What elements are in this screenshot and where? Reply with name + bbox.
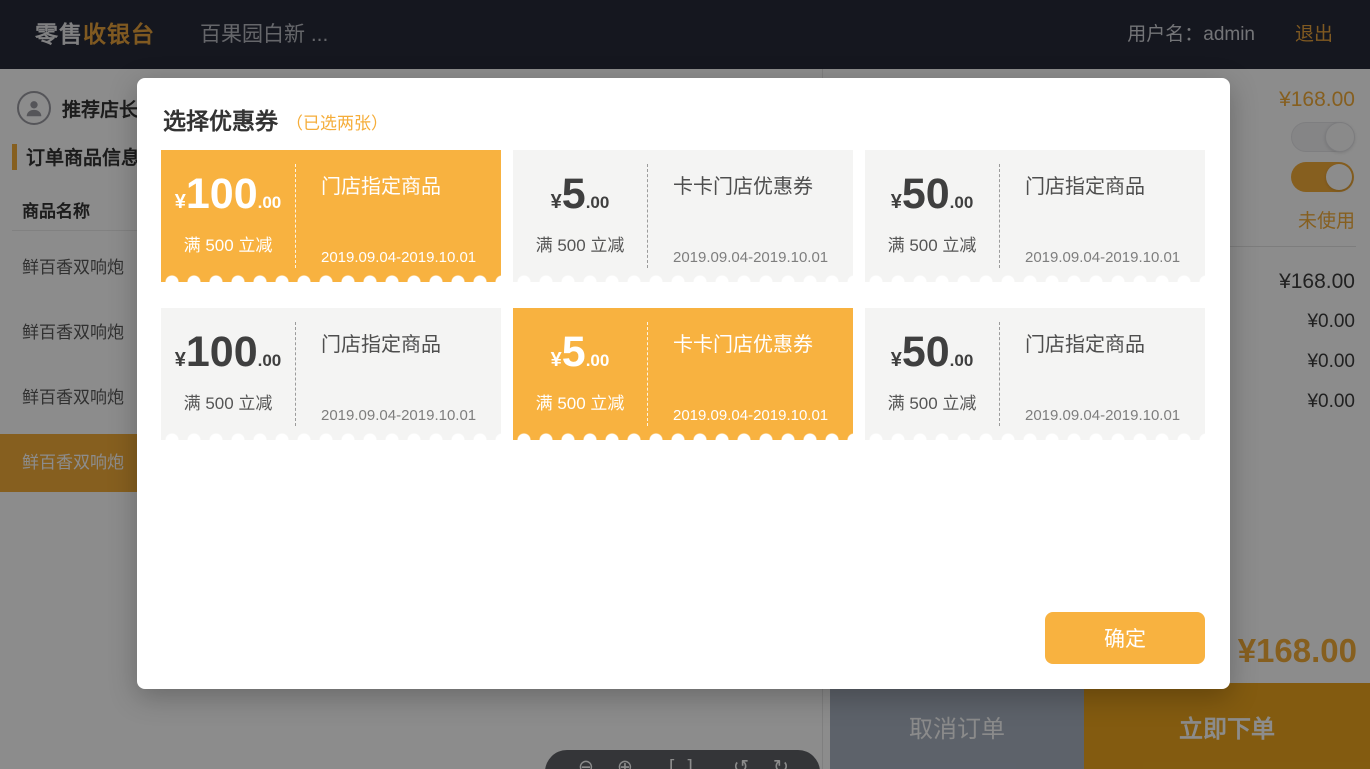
coupon-card[interactable]: ¥5.00 满 500 立减 卡卡门店优惠券 2019.09.04-2019.1… [513,308,853,440]
coupon-info-block: 门店指定商品 2019.09.04-2019.10.01 [295,150,501,282]
coupon-amount: ¥5.00 [551,331,610,374]
coupon-value-block: ¥100.00 满 500 立减 [161,150,295,282]
coupon-amount-integer: 50 [902,173,950,216]
coupon-amount-integer: 5 [562,173,586,216]
currency-symbol: ¥ [175,191,186,214]
coupon-validity-period: 2019.09.04-2019.10.01 [673,249,847,266]
coupon-card[interactable]: ¥50.00 满 500 立减 门店指定商品 2019.09.04-2019.1… [865,150,1205,282]
currency-symbol: ¥ [551,349,562,372]
coupon-dashed-divider [999,322,1000,426]
currency-symbol: ¥ [891,349,902,372]
coupon-validity-period: 2019.09.04-2019.10.01 [321,249,495,266]
coupon-condition: 满 500 立减 [888,389,977,414]
coupon-name: 卡卡门店优惠券 [673,170,847,199]
modal-title: 选择优惠券 [163,102,278,136]
coupon-card[interactable]: ¥5.00 满 500 立减 卡卡门店优惠券 2019.09.04-2019.1… [513,150,853,282]
coupon-amount-integer: 5 [562,331,586,374]
coupon-card[interactable]: ¥50.00 满 500 立减 门店指定商品 2019.09.04-2019.1… [865,308,1205,440]
coupon-info-block: 门店指定商品 2019.09.04-2019.10.01 [999,150,1205,282]
coupon-amount: ¥50.00 [891,331,974,374]
coupon-amount-cents: .00 [950,351,974,371]
coupon-name: 门店指定商品 [321,328,495,357]
coupon-dashed-divider [999,164,1000,268]
coupon-value-block: ¥50.00 满 500 立减 [865,308,999,440]
coupon-grid: ¥100.00 满 500 立减 门店指定商品 2019.09.04-2019.… [161,150,1206,440]
coupon-amount-cents: .00 [950,193,974,213]
coupon-amount: ¥100.00 [175,331,282,374]
modal-title-row: 选择优惠券 （已选两张） [163,102,388,136]
coupon-card[interactable]: ¥100.00 满 500 立减 门店指定商品 2019.09.04-2019.… [161,150,501,282]
coupon-dashed-divider [647,322,648,426]
coupon-amount-integer: 50 [902,331,950,374]
coupon-amount: ¥100.00 [175,173,282,216]
coupon-name: 卡卡门店优惠券 [673,328,847,357]
coupon-info-block: 门店指定商品 2019.09.04-2019.10.01 [999,308,1205,440]
coupon-value-block: ¥50.00 满 500 立减 [865,150,999,282]
coupon-amount-cents: .00 [258,193,282,213]
coupon-name: 门店指定商品 [1025,170,1199,199]
coupon-amount-cents: .00 [586,351,610,371]
coupon-amount-integer: 100 [186,331,258,374]
coupon-amount-cents: .00 [258,351,282,371]
coupon-info-block: 卡卡门店优惠券 2019.09.04-2019.10.01 [647,308,853,440]
coupon-card[interactable]: ¥100.00 满 500 立减 门店指定商品 2019.09.04-2019.… [161,308,501,440]
coupon-validity-period: 2019.09.04-2019.10.01 [1025,407,1199,424]
coupon-name: 门店指定商品 [321,170,495,199]
coupon-validity-period: 2019.09.04-2019.10.01 [673,407,847,424]
coupon-condition: 满 500 立减 [184,231,273,256]
confirm-button[interactable]: 确定 [1045,612,1205,664]
coupon-info-block: 卡卡门店优惠券 2019.09.04-2019.10.01 [647,150,853,282]
coupon-dashed-divider [295,164,296,268]
coupon-amount: ¥5.00 [551,173,610,216]
currency-symbol: ¥ [891,191,902,214]
coupon-info-block: 门店指定商品 2019.09.04-2019.10.01 [295,308,501,440]
coupon-value-block: ¥5.00 满 500 立减 [513,308,647,440]
coupon-value-block: ¥5.00 满 500 立减 [513,150,647,282]
modal-selected-count: （已选两张） [286,109,388,134]
pos-app: 零售收银台 百果园白新 ... 用户名：admin 退出 推荐店长 订单商品信息… [0,0,1370,769]
coupon-value-block: ¥100.00 满 500 立减 [161,308,295,440]
currency-symbol: ¥ [551,191,562,214]
coupon-validity-period: 2019.09.04-2019.10.01 [321,407,495,424]
coupon-name: 门店指定商品 [1025,328,1199,357]
coupon-dashed-divider [295,322,296,426]
coupon-amount-integer: 100 [186,173,258,216]
coupon-condition: 满 500 立减 [536,389,625,414]
coupon-condition: 满 500 立减 [184,389,273,414]
currency-symbol: ¥ [175,349,186,372]
coupon-validity-period: 2019.09.04-2019.10.01 [1025,249,1199,266]
coupon-amount-cents: .00 [586,193,610,213]
coupon-dashed-divider [647,164,648,268]
coupon-condition: 满 500 立减 [536,231,625,256]
coupon-condition: 满 500 立减 [888,231,977,256]
coupon-select-modal: 选择优惠券 （已选两张） ¥100.00 满 500 立减 门店指定商品 201… [137,78,1230,689]
coupon-amount: ¥50.00 [891,173,974,216]
